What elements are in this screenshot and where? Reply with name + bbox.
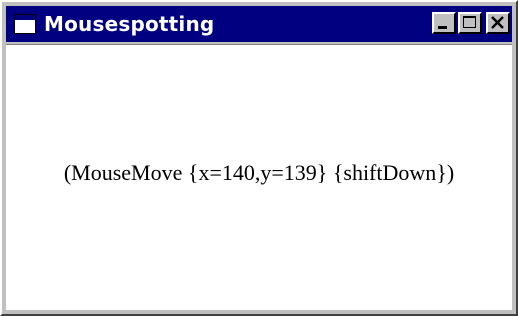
title-bar[interactable]: Mousespotting xyxy=(6,6,512,42)
maximize-button[interactable] xyxy=(458,12,482,34)
minimize-button[interactable] xyxy=(432,12,456,34)
mouse-event-text: (MouseMove {x=140,y=139} {shiftDown}) xyxy=(63,160,455,185)
window-icon[interactable] xyxy=(14,14,36,34)
maximize-icon xyxy=(463,16,476,28)
app-window: Mousespotting (MouseMove {x=140,y=139} {… xyxy=(0,0,518,316)
close-icon xyxy=(491,16,504,29)
minimize-icon xyxy=(438,26,447,29)
client-area[interactable]: (MouseMove {x=140,y=139} {shiftDown}) xyxy=(6,44,512,310)
close-button[interactable] xyxy=(486,12,510,34)
window-controls xyxy=(430,12,510,34)
window-title: Mousespotting xyxy=(44,12,215,36)
